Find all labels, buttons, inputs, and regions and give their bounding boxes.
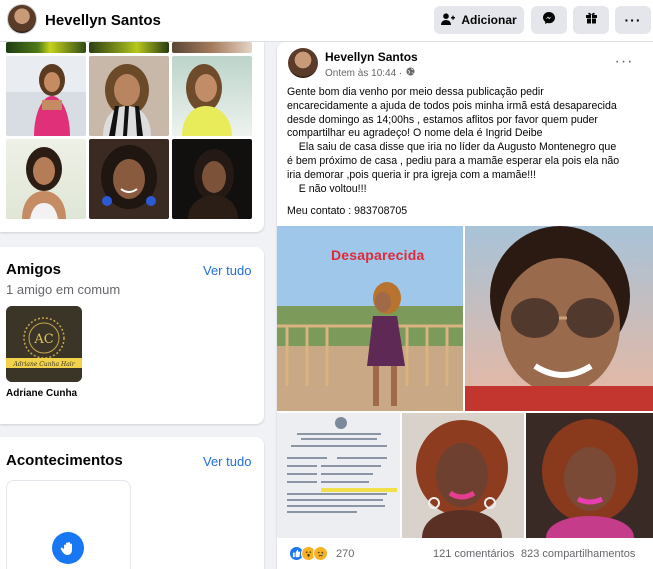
reaction-count[interactable]: 270: [336, 548, 354, 560]
post-more-options-icon[interactable]: ···: [612, 52, 636, 72]
post-body-text: Gente bom dia venho por meio dessa publi…: [287, 86, 620, 195]
messenger-icon: [542, 11, 556, 30]
friends-see-all-link[interactable]: Ver tudo: [203, 263, 251, 278]
missing-person-label: Desaparecida: [331, 247, 425, 263]
reactions-summary[interactable]: [289, 546, 328, 561]
photo-tile[interactable]: [172, 42, 252, 53]
more-icon: ···: [624, 12, 642, 28]
post-contact-text: Meu contato : 983708705: [287, 205, 408, 217]
photo-tile[interactable]: [89, 42, 169, 53]
wave-hand-icon: [52, 532, 84, 564]
message-button[interactable]: [531, 6, 567, 34]
more-options-button[interactable]: ···: [615, 6, 651, 34]
post-image-selfie[interactable]: [465, 226, 653, 411]
life-events-title: Acontecimentos: [6, 452, 123, 469]
post-image-document[interactable]: [277, 413, 400, 538]
gift-button[interactable]: [573, 6, 609, 34]
add-friend-button[interactable]: Adicionar: [434, 6, 524, 34]
profile-avatar[interactable]: [7, 4, 37, 34]
gift-icon: [585, 11, 598, 29]
mutual-friends-count: 1 amigo em comum: [6, 282, 121, 297]
photo-tile[interactable]: [6, 42, 86, 53]
sad-reaction-icon: [313, 546, 328, 561]
svg-text:Adriane Cunha Hair: Adriane Cunha Hair: [12, 361, 75, 368]
post-author-name[interactable]: Hevellyn Santos: [325, 50, 418, 64]
post-author-avatar[interactable]: [288, 48, 318, 78]
post-image-portrait-1[interactable]: [402, 413, 524, 538]
friend-photo[interactable]: AC Adriane Cunha Hair: [6, 306, 82, 382]
shares-count-link[interactable]: 823 compartilhamentos: [521, 548, 635, 560]
photo-tile[interactable]: [172, 139, 252, 219]
comments-count-link[interactable]: 121 comentários: [433, 548, 514, 560]
photo-tile[interactable]: [172, 56, 252, 136]
user-plus-icon: [441, 12, 456, 28]
post-timestamp[interactable]: Ontem às 10:44 ·: [325, 67, 415, 79]
add-friend-label: Adicionar: [461, 13, 517, 27]
friends-title: Amigos: [6, 261, 62, 278]
photo-tile[interactable]: [6, 56, 86, 136]
post-image-portrait-2[interactable]: [526, 413, 653, 538]
post-time-text: Ontem às 10:44 ·: [325, 67, 403, 79]
profile-header-bar: Hevellyn Santos Adicionar ···: [0, 0, 653, 42]
photo-tile[interactable]: [89, 56, 169, 136]
globe-icon: [406, 67, 415, 79]
svg-text:AC: AC: [33, 332, 53, 347]
friend-name[interactable]: Adriane Cunha: [6, 388, 77, 399]
photo-tile[interactable]: [89, 139, 169, 219]
profile-name[interactable]: Hevellyn Santos: [45, 12, 161, 29]
photo-tile[interactable]: [6, 139, 86, 219]
life-events-see-all-link[interactable]: Ver tudo: [203, 454, 251, 469]
